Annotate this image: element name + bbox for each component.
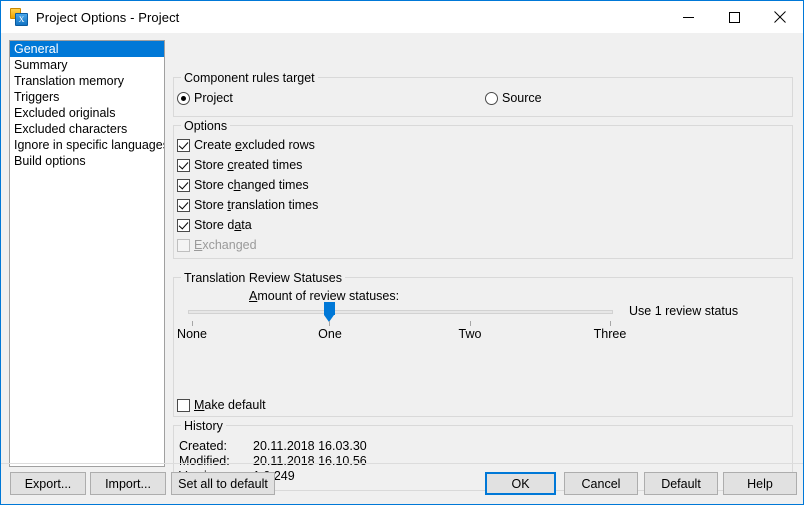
checkbox-store-data[interactable]: Store data [177,218,252,232]
checkbox-make-default[interactable]: Make default [177,398,266,412]
radio-project-indicator [177,91,190,105]
export-button[interactable]: Export... [10,472,86,495]
translation-review-statuses-title: Translation Review Statuses [181,271,345,285]
options-category-list[interactable]: General Summary Translation memory Trigg… [9,40,165,467]
radio-project[interactable]: Project [177,91,233,105]
history-group-title: History [181,419,226,433]
slider-tick-one [329,321,330,326]
slider-tick-two [470,321,471,326]
title-bar: X Project Options - Project [1,1,803,33]
slider-label-two: Two [458,327,482,341]
component-rules-target-title: Component rules target [181,71,318,85]
checkbox-create-excluded-rows-label: Create excluded rows [194,138,315,152]
sidebar-item-triggers[interactable]: Triggers [10,89,164,105]
slider-caption: Amount of review statuses: [249,289,400,303]
cancel-button[interactable]: Cancel [564,472,638,495]
review-status-summary: Use 1 review status [629,304,739,318]
sidebar-item-summary[interactable]: Summary [10,57,164,73]
checkbox-exchanged-indicator [177,238,190,252]
slider-label-one: One [318,327,342,341]
sidebar-item-excluded-characters[interactable]: Excluded characters [10,121,164,137]
slider-label-three: Three [593,327,627,341]
sidebar-item-build-options[interactable]: Build options [10,153,164,169]
checkbox-store-created-times-label: Store created times [194,158,303,172]
options-group-title: Options [181,119,231,133]
app-translation-icon: X [10,8,28,26]
checkbox-create-excluded-rows[interactable]: Create excluded rows [177,138,315,152]
sidebar-item-excluded-originals[interactable]: Excluded originals [10,105,164,121]
radio-project-label: Project [194,91,233,105]
component-rules-target-group: Component rules target [173,71,793,117]
radio-source[interactable]: Source [485,91,542,105]
window-controls [665,1,803,33]
history-created-label: Created: [179,439,227,453]
ok-button[interactable]: OK [485,472,556,495]
history-created-value: 20.11.2018 16.03.30 [253,439,367,453]
checkbox-store-created-times-indicator [177,158,190,172]
radio-source-label: Source [502,91,542,105]
review-statuses-slider-thumb[interactable] [324,302,335,322]
window-title: Project Options - Project [36,9,180,25]
radio-source-indicator [485,91,498,105]
dialog-body: General Summary Translation memory Trigg… [1,33,803,491]
checkbox-store-created-times[interactable]: Store created times [177,158,302,172]
import-button[interactable]: Import... [90,472,166,495]
checkbox-store-translation-times-indicator [177,198,190,212]
checkbox-make-default-label: Make default [194,398,266,412]
set-all-to-default-button[interactable]: Set all to default [171,472,275,495]
slider-tick-three [610,321,611,326]
checkbox-store-changed-times-indicator [177,178,190,192]
checkbox-store-changed-times[interactable]: Store changed times [177,178,309,192]
review-statuses-slider[interactable] [188,310,613,314]
minimize-icon[interactable] [665,1,711,33]
close-icon[interactable] [757,1,803,33]
checkbox-create-excluded-rows-indicator [177,138,190,152]
slider-label-none: None [177,327,207,341]
checkbox-store-changed-times-label: Store changed times [194,178,309,192]
checkbox-make-default-indicator [177,398,190,412]
dialog-button-bar: Export... Import... Set all to default O… [1,463,803,504]
slider-tick-none [192,321,193,326]
checkbox-store-translation-times-label: Store translation times [194,198,319,212]
checkbox-exchanged-label: Exchanged [194,238,257,252]
checkbox-store-data-label: Store data [194,218,252,232]
default-button[interactable]: Default [644,472,718,495]
sidebar-item-ignore-in-specific-languages[interactable]: Ignore in specific languages [10,137,164,153]
checkbox-exchanged: Exchanged [177,238,257,252]
checkbox-store-translation-times[interactable]: Store translation times [177,198,318,212]
maximize-icon[interactable] [711,1,757,33]
help-button[interactable]: Help [723,472,797,495]
project-options-dialog: X Project Options - Project General Summ… [0,0,804,505]
sidebar-item-general[interactable]: General [10,41,164,57]
checkbox-store-data-indicator [177,218,190,232]
sidebar-item-translation-memory[interactable]: Translation memory [10,73,164,89]
